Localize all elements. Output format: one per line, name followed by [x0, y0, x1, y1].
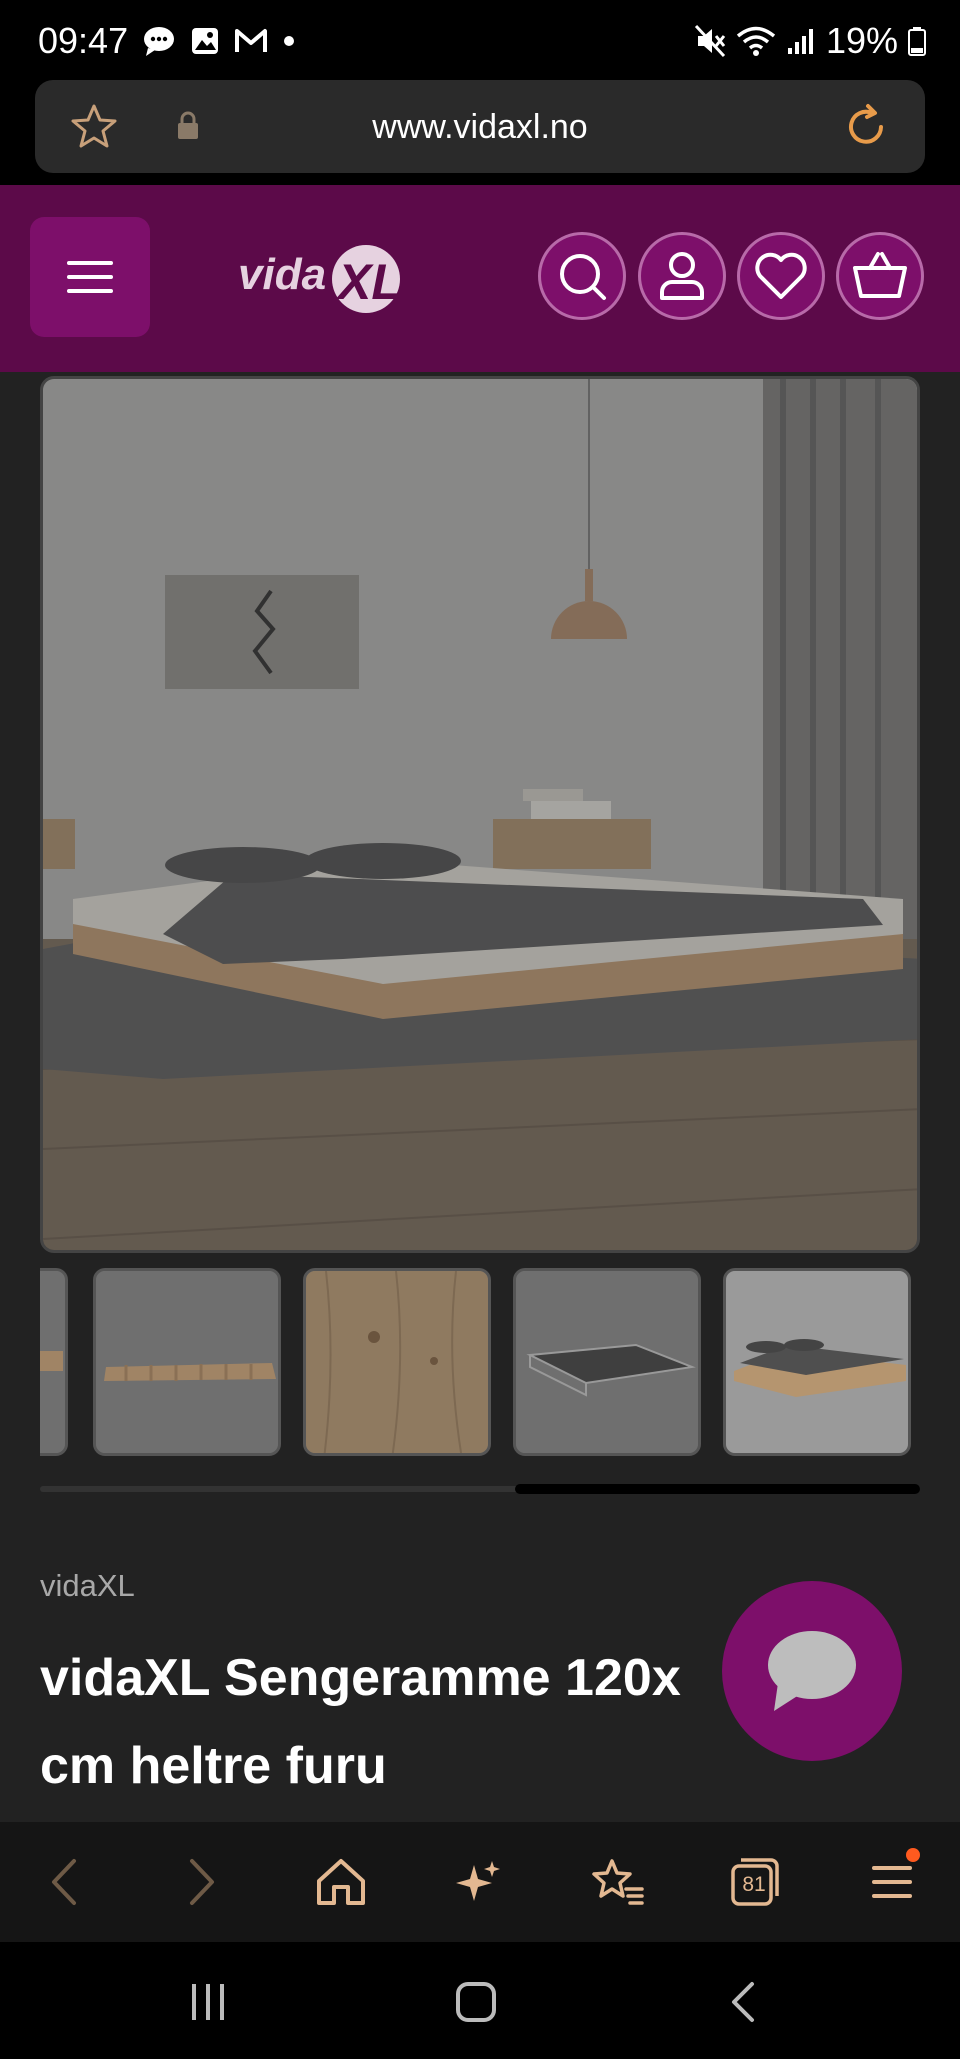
- thumbnail-scrollbar[interactable]: [40, 1484, 920, 1494]
- wishlist-heart-icon: [755, 252, 807, 299]
- svg-text:vida: vida: [238, 250, 326, 299]
- menu-icon: [67, 261, 113, 293]
- recents-button[interactable]: [178, 1972, 238, 2032]
- back-button[interactable]: [34, 1852, 94, 1912]
- account-button[interactable]: [638, 232, 726, 320]
- menu-icon: [872, 1866, 912, 1898]
- cart-button[interactable]: [836, 232, 924, 320]
- battery-icon: [908, 27, 926, 56]
- browser-toolbar: 81: [0, 1822, 960, 1942]
- wifi-icon: [736, 26, 776, 56]
- mute-icon: [694, 24, 726, 58]
- home-button[interactable]: [311, 1852, 371, 1912]
- forward-button[interactable]: [172, 1852, 232, 1912]
- scrollbar-thumb[interactable]: [515, 1484, 920, 1494]
- home-icon: [456, 1982, 496, 2022]
- system-navigation-bar: [0, 1942, 960, 2059]
- account-icon: [660, 252, 704, 300]
- thumbnail-item[interactable]: [513, 1268, 701, 1456]
- vidaxl-logo[interactable]: vida XL: [238, 241, 408, 321]
- system-back-button[interactable]: [714, 1972, 774, 2032]
- battery-percentage: 19%: [825, 20, 898, 61]
- product-brand[interactable]: vidaXL: [40, 1568, 135, 1604]
- site-header: vida XL: [0, 185, 960, 372]
- url-bar[interactable]: www.vidaxl.no: [35, 80, 925, 173]
- status-notifications: [142, 24, 296, 58]
- menu-button[interactable]: [30, 217, 150, 337]
- back-icon: [732, 1982, 754, 2022]
- wishlist-button[interactable]: [737, 232, 825, 320]
- forward-icon: [190, 1859, 214, 1905]
- ai-assist-button[interactable]: [449, 1852, 509, 1912]
- chat-button[interactable]: [722, 1581, 902, 1761]
- gallery-icon: [192, 28, 218, 54]
- recents-icon: [192, 1984, 224, 2020]
- sparkle-icon: [456, 1861, 500, 1901]
- tabs-button[interactable]: 81: [725, 1852, 785, 1912]
- product-page: vidaXL vidaXL Sengeramme 120x cm heltre …: [0, 372, 960, 1822]
- chat-bubble-icon: [768, 1631, 856, 1711]
- thumbnail-item[interactable]: [40, 1268, 68, 1456]
- chat-bubble-icon: [144, 27, 174, 56]
- tabs-count: 81: [742, 1873, 766, 1896]
- cart-basket-icon: [853, 252, 907, 298]
- status-system-icons: 19%: [694, 20, 926, 62]
- thumbnail-strip[interactable]: [40, 1268, 920, 1458]
- status-bar: 09:47 19%: [0, 0, 960, 80]
- gmail-icon: [235, 29, 267, 52]
- product-title: vidaXL Sengeramme 120x cm heltre furu: [40, 1649, 681, 1795]
- search-icon: [560, 254, 606, 300]
- signal-icon: [787, 29, 813, 54]
- bookmarks-button[interactable]: [587, 1852, 647, 1912]
- url-text[interactable]: www.vidaxl.no: [35, 108, 925, 147]
- home-icon: [317, 1859, 365, 1905]
- main-menu-button[interactable]: [862, 1848, 922, 1912]
- reload-icon[interactable]: [841, 102, 891, 152]
- thumbnail-item[interactable]: [303, 1268, 491, 1456]
- notification-dot: [906, 1848, 920, 1862]
- dot-icon: [284, 36, 294, 46]
- product-main-image[interactable]: [40, 376, 920, 1253]
- svg-text:XL: XL: [335, 254, 402, 310]
- system-home-button[interactable]: [446, 1972, 506, 2032]
- bookmarks-icon: [592, 1859, 644, 1905]
- search-button[interactable]: [538, 232, 626, 320]
- thumbnail-item[interactable]: [723, 1268, 911, 1456]
- thumbnail-item[interactable]: [93, 1268, 281, 1456]
- status-time: 09:47: [38, 20, 129, 61]
- back-icon: [52, 1859, 76, 1905]
